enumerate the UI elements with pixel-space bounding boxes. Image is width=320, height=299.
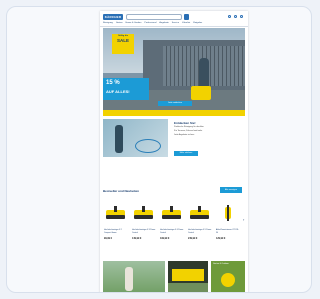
promo-image[interactable] <box>103 119 168 157</box>
product-card[interactable]: Hochdruckreiniger K 5 Power Control 249,… <box>187 199 212 257</box>
product-card[interactable]: Akku-Rasentrimmer LTR 18-30 129,99 € <box>215 199 240 257</box>
tile-product <box>221 273 235 287</box>
tile-machine <box>172 269 204 281</box>
nav-item[interactable]: Service <box>172 22 179 25</box>
product-image <box>188 205 211 221</box>
promo-bike <box>135 139 161 153</box>
product-price: 129,99 € <box>216 237 226 240</box>
nav-item[interactable]: Reinigung <box>103 22 113 25</box>
screenshot-card: KÄRCHER Reinigung Garten Home & Garden P… <box>6 6 312 293</box>
category-tile[interactable]: Garten & Outdoor <box>211 261 245 292</box>
account-icon[interactable] <box>228 15 231 18</box>
category-tile[interactable] <box>168 261 208 292</box>
product-name[interactable]: Hochdruckreiniger K 2 Compact Home <box>104 229 128 234</box>
nav-item[interactable]: Ratgeber <box>193 22 202 25</box>
offer-text: AUF ALLES! <box>106 89 130 94</box>
product-image <box>216 205 239 221</box>
offer-percent: 15 % <box>106 80 120 86</box>
product-card[interactable]: Hochdruckreiniger K 3 Power Control 149,… <box>131 199 156 257</box>
product-card[interactable]: Hochdruckreiniger K 4 Power Control 199,… <box>159 199 184 257</box>
brand-logo[interactable]: KÄRCHER <box>103 14 123 20</box>
product-price: 199,99 € <box>160 237 170 240</box>
product-name[interactable]: Hochdruckreiniger K 4 Power Control <box>160 229 184 234</box>
product-image <box>132 205 155 221</box>
products-section-title: Bestseller und Neuheiten <box>103 189 140 193</box>
promo-line: Jetzt Angebote sichern <box>174 134 195 136</box>
search-input[interactable] <box>126 14 182 20</box>
product-carousel: Hochdruckreiniger K 2 Compact Home 99,99… <box>103 199 245 257</box>
cart-icon[interactable] <box>240 15 243 18</box>
hero-yellow-strip <box>103 110 245 116</box>
nav-item[interactable]: Home & Garden <box>126 22 142 25</box>
product-image <box>104 205 127 221</box>
hero-cta-button[interactable]: Jetzt entdecken <box>158 101 192 106</box>
main-nav: Reinigung Garten Home & Garden Professio… <box>103 22 245 25</box>
offer-box: 15 % AUF ALLES! <box>103 78 149 100</box>
hero-machine <box>191 86 211 100</box>
product-name[interactable]: Hochdruckreiniger K 5 Power Control <box>188 229 212 234</box>
hero-banner[interactable]: Gültig bis SALE 15 % AUF ALLES! Jetzt en… <box>103 28 245 116</box>
webpage: KÄRCHER Reinigung Garten Home & Garden P… <box>100 11 248 292</box>
nav-divider <box>100 26 248 27</box>
product-card[interactable]: Hochdruckreiniger K 2 Compact Home 99,99… <box>103 199 128 257</box>
show-all-button[interactable]: Alle anzeigen <box>220 187 242 193</box>
sale-badge-title: SALE <box>116 38 129 43</box>
nav-item[interactable]: Angebote <box>159 22 168 25</box>
nav-item[interactable]: Professional <box>144 22 156 25</box>
site-header: KÄRCHER Reinigung Garten Home & Garden P… <box>100 11 248 27</box>
sale-badge: Gültig bis SALE <box>112 34 134 54</box>
promo-text-block: Entdecken Sie! Praktische Reinigung für … <box>174 121 242 159</box>
carousel-next-icon[interactable]: › <box>243 217 244 222</box>
nav-item[interactable]: Garten <box>116 22 123 25</box>
product-name[interactable]: Hochdruckreiniger K 3 Power Control <box>132 229 156 234</box>
tile-person <box>125 267 133 291</box>
product-name[interactable]: Akku-Rasentrimmer LTR 18-30 <box>216 229 240 234</box>
tile-grass <box>168 283 208 292</box>
promo-person <box>115 125 123 153</box>
search-icon[interactable] <box>184 14 189 20</box>
product-price: 99,99 € <box>104 237 112 240</box>
nav-item[interactable]: Zubehör <box>182 22 190 25</box>
wishlist-icon[interactable] <box>234 15 237 18</box>
product-image <box>160 205 183 221</box>
tile-caption: Garten & Outdoor <box>213 263 229 265</box>
product-price: 249,99 € <box>188 237 198 240</box>
promo-button[interactable]: Mehr erfahren <box>174 151 198 156</box>
category-tile[interactable] <box>103 261 165 292</box>
product-price: 149,99 € <box>132 237 142 240</box>
